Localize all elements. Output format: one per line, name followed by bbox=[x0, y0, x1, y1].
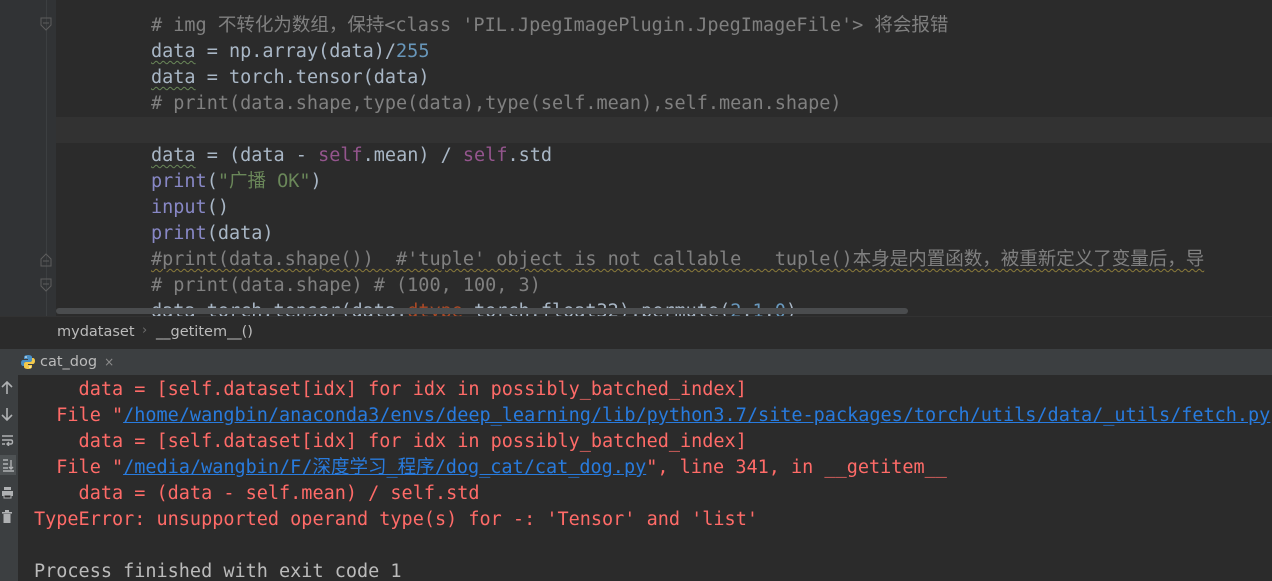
code-token: self bbox=[318, 145, 363, 166]
code-token: # print(data.shape,type(data),type(self.… bbox=[151, 93, 842, 114]
python-icon bbox=[21, 355, 35, 369]
console-text: ", line 341, in __getitem__ bbox=[646, 457, 947, 478]
breadcrumb-separator: › bbox=[142, 323, 148, 338]
file-path-link[interactable]: /home/wangbin/anaconda3/envs/deep_learni… bbox=[123, 405, 1270, 426]
down-arrow-icon[interactable] bbox=[0, 407, 14, 421]
code-line[interactable]: data = (data - self.mean) / self.std bbox=[56, 143, 1272, 169]
code-token: print bbox=[151, 223, 207, 244]
print-icon[interactable] bbox=[0, 485, 14, 499]
gutter-divider bbox=[46, 0, 47, 316]
console-text: Process finished with exit code 1 bbox=[34, 561, 402, 581]
code-token: ) bbox=[310, 171, 322, 192]
breadcrumb-item-mydataset[interactable]: mydataset bbox=[57, 324, 135, 340]
console-error-line: data = (data - self.mean) / self.std bbox=[34, 481, 480, 507]
code-editor[interactable]: # img 不转化为数组，保持<class 'PIL.JpegImagePlug… bbox=[0, 0, 1272, 316]
console-error-line: data = [self.dataset[idx] for idx in pos… bbox=[34, 429, 747, 455]
code-token: self bbox=[462, 145, 508, 166]
scroll-to-end-icon[interactable] bbox=[0, 455, 16, 475]
code-token: "广播 OK" bbox=[217, 171, 311, 192]
code-line[interactable]: data = torch.tensor(data) bbox=[56, 65, 1272, 91]
code-token: () bbox=[206, 197, 229, 218]
code-line[interactable]: data = np.array(data)/255 bbox=[56, 39, 1272, 65]
close-icon[interactable]: × bbox=[104, 355, 114, 369]
code-token: .std bbox=[507, 145, 553, 166]
console-text: data = (data - self.mean) / self.std bbox=[34, 483, 480, 504]
breadcrumb: mydataset › __getitem__() bbox=[0, 316, 1272, 349]
code-token: = torch.tensor(data) bbox=[195, 67, 430, 88]
run-tab-bar: cat_dog × bbox=[0, 349, 1272, 375]
run-console-output[interactable]: data = [self.dataset[idx] for idx in pos… bbox=[18, 375, 1272, 581]
file-path-link[interactable]: /media/wangbin/F/深度学习_程序/dog_cat/cat_dog… bbox=[123, 457, 646, 478]
code-line[interactable]: input() bbox=[56, 195, 1272, 221]
editor-gutter[interactable] bbox=[0, 0, 56, 316]
console-error-line: File "/media/wangbin/F/深度学习_程序/dog_cat/c… bbox=[34, 455, 947, 481]
fold-marker-icon[interactable] bbox=[40, 17, 52, 31]
console-line: Process finished with exit code 1 bbox=[34, 559, 402, 581]
code-token: input bbox=[151, 197, 207, 218]
code-token: ( bbox=[206, 171, 218, 192]
code-token: print bbox=[151, 171, 207, 192]
code-token: data bbox=[151, 67, 196, 88]
code-token: data bbox=[151, 41, 196, 62]
breadcrumb-item-getitem[interactable]: __getitem__() bbox=[156, 324, 253, 340]
horizontal-scrollbar[interactable] bbox=[56, 308, 908, 314]
code-token: #print(data.shape()) #'tuple' object is … bbox=[151, 249, 1205, 270]
console-text: TypeError: unsupported operand type(s) f… bbox=[34, 509, 758, 530]
code-token: = np.array(data)/ bbox=[195, 41, 397, 62]
tab-label: cat_dog bbox=[40, 354, 98, 370]
tab-cat-dog[interactable]: cat_dog × bbox=[14, 349, 120, 375]
console-text: File " bbox=[34, 405, 124, 426]
code-line[interactable]: print("广播 OK") bbox=[56, 169, 1272, 195]
code-token: 255 bbox=[396, 41, 430, 62]
code-token: # img 不转化为数组，保持<class 'PIL.JpegImagePlug… bbox=[151, 15, 949, 36]
code-token: (data) bbox=[206, 223, 274, 244]
fold-marker-icon[interactable] bbox=[40, 253, 52, 267]
console-error-line: TypeError: unsupported operand type(s) f… bbox=[34, 507, 758, 533]
console-text: data = [self.dataset[idx] for idx in pos… bbox=[34, 379, 747, 400]
code-line[interactable]: #print(data.shape()) #'tuple' object is … bbox=[56, 247, 1272, 273]
console-error-line: File "/home/wangbin/anaconda3/envs/deep_… bbox=[34, 403, 1272, 429]
console-text: File " bbox=[34, 457, 124, 478]
code-line[interactable]: print(data) bbox=[56, 221, 1272, 247]
trash-icon[interactable] bbox=[0, 509, 14, 523]
code-token: data bbox=[151, 145, 196, 166]
fold-marker-icon[interactable] bbox=[40, 278, 52, 292]
code-token: .mean) / bbox=[362, 145, 463, 166]
code-line-current[interactable] bbox=[56, 117, 1272, 143]
soft-wrap-icon[interactable] bbox=[0, 433, 14, 447]
run-toolbar bbox=[0, 375, 18, 581]
code-token: # print(data.shape) # (100, 100, 3) bbox=[151, 275, 541, 296]
code-line[interactable]: # img 不转化为数组，保持<class 'PIL.JpegImagePlug… bbox=[56, 13, 1272, 39]
code-line[interactable]: # print(data.shape) # (100, 100, 3) bbox=[56, 273, 1272, 299]
code-line[interactable]: # print(data.shape,type(data),type(self.… bbox=[56, 91, 1272, 117]
code-token: = (data - bbox=[195, 145, 319, 166]
console-text: data = [self.dataset[idx] for idx in pos… bbox=[34, 431, 747, 452]
console-error-line: data = [self.dataset[idx] for idx in pos… bbox=[34, 377, 747, 403]
up-arrow-icon[interactable] bbox=[0, 381, 14, 395]
